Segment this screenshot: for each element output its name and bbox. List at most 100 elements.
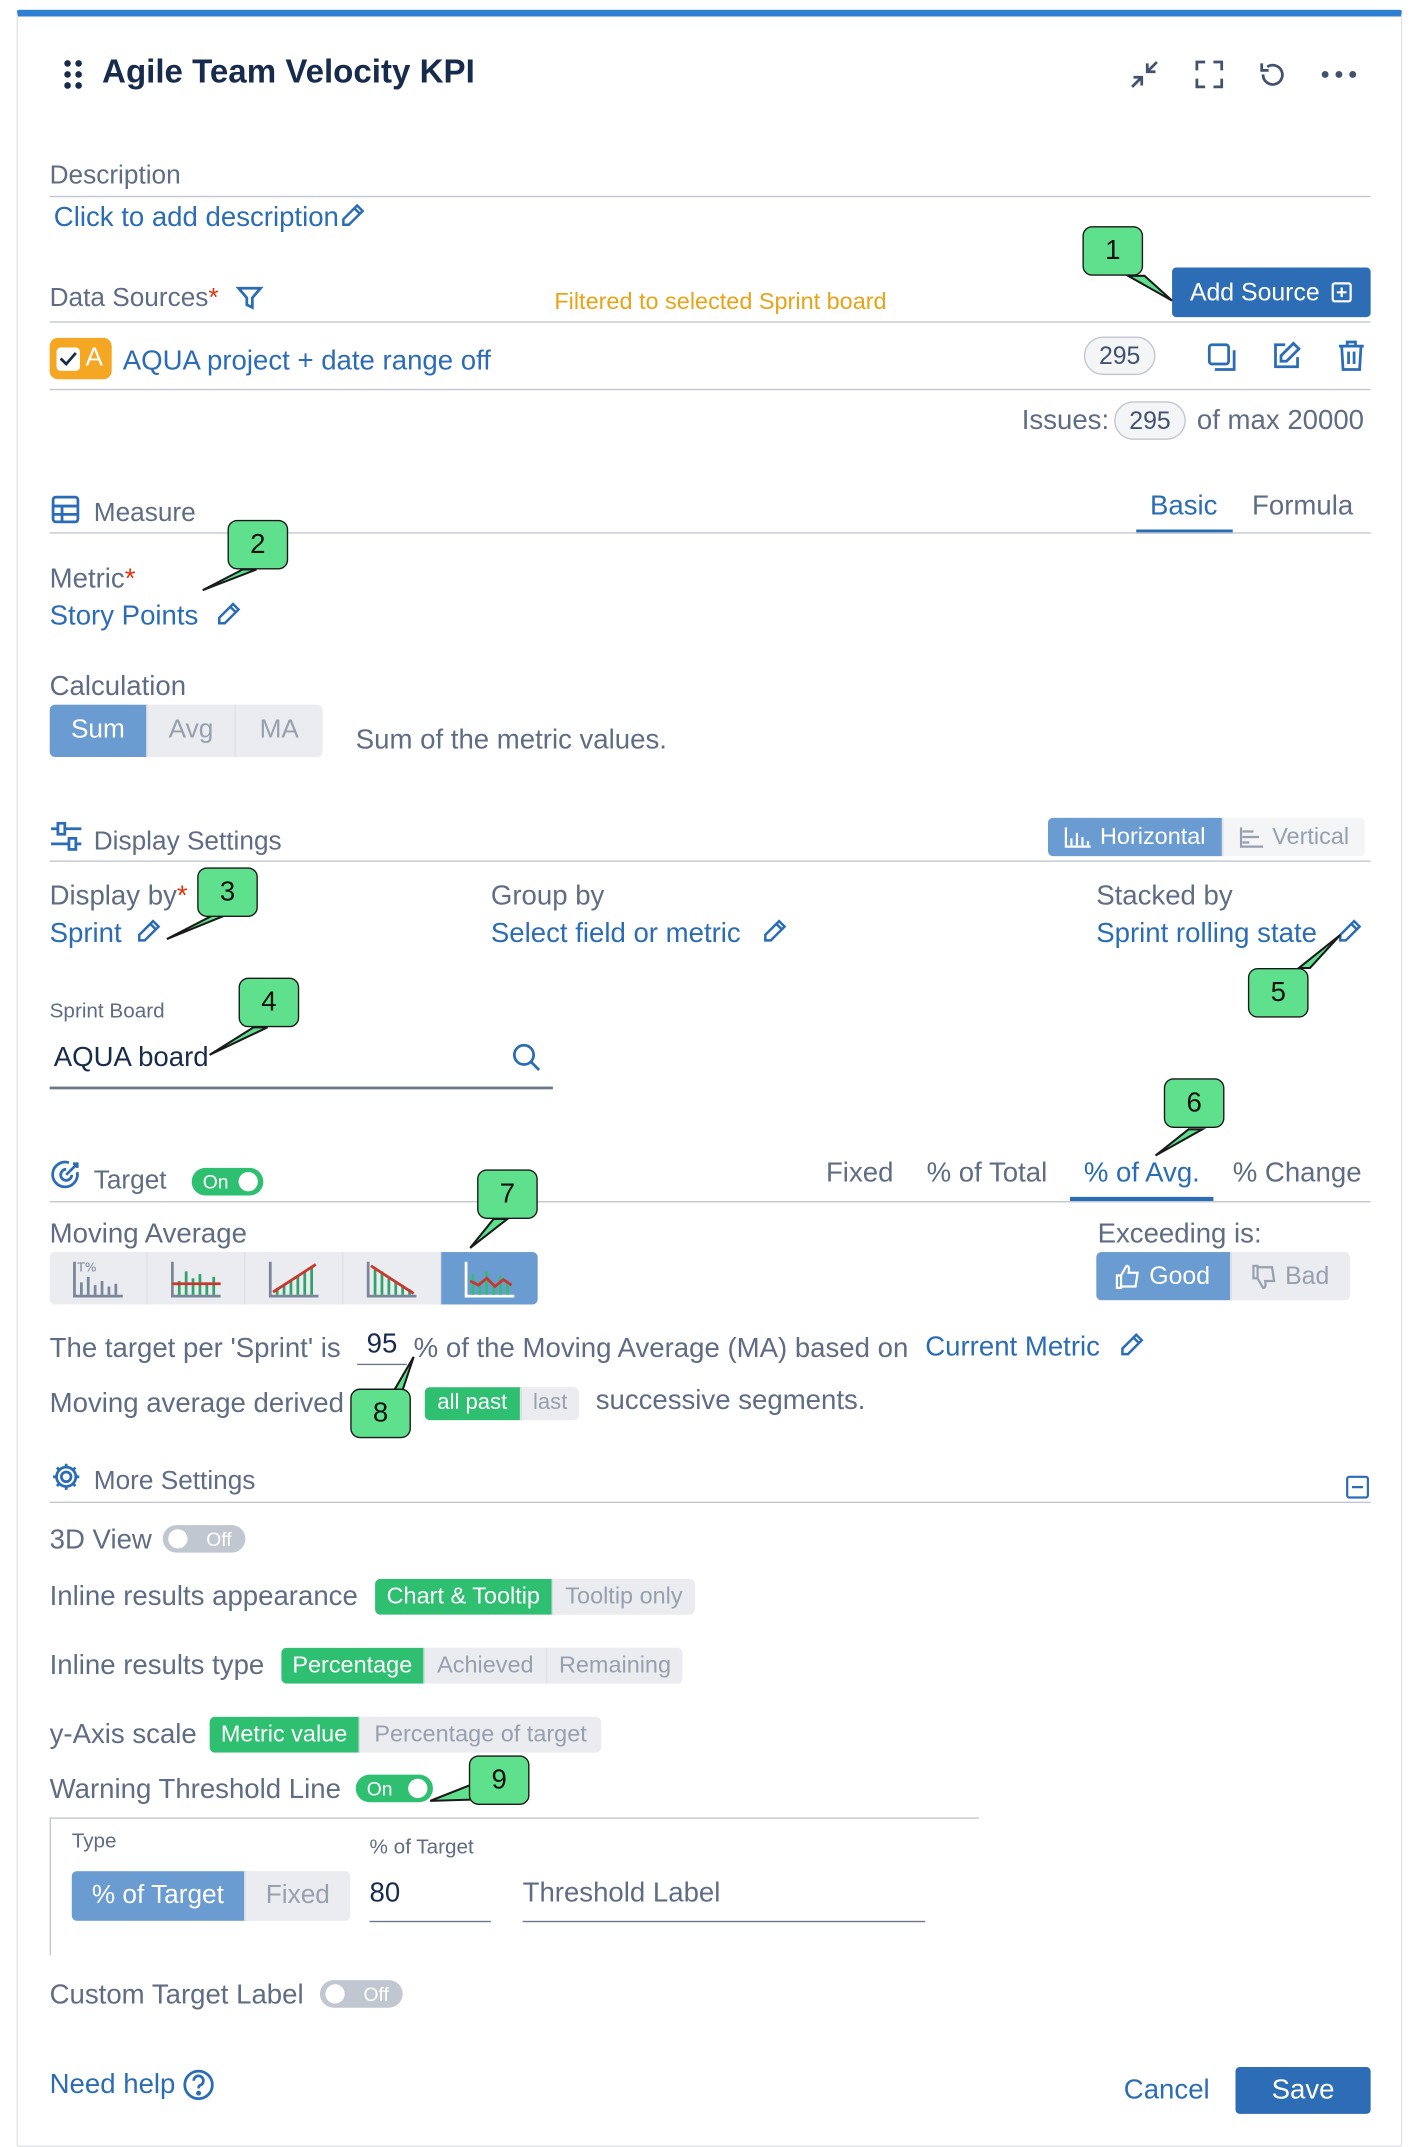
threshold-percent-label: % of Target — [369, 1835, 474, 1859]
metric-value-link[interactable]: Story Points — [50, 601, 199, 633]
derived-suffix: successive segments. — [595, 1385, 866, 1417]
toggle-knob — [408, 1778, 428, 1799]
view-3d-toggle[interactable]: Off — [162, 1525, 246, 1553]
inline-type-remaining[interactable]: Remaining — [547, 1648, 682, 1684]
chart-type-rising-trend-icon[interactable] — [245, 1252, 344, 1305]
threshold-percent-input[interactable]: 80 — [369, 1878, 491, 1923]
orientation-horizontal[interactable]: Horizontal — [1047, 817, 1224, 857]
search-icon[interactable] — [510, 1041, 543, 1074]
exceeding-good[interactable]: Good — [1096, 1252, 1232, 1301]
fullscreen-icon[interactable] — [1193, 58, 1226, 91]
edit-pencil-icon[interactable] — [1336, 917, 1364, 945]
more-options-icon[interactable] — [1318, 58, 1359, 91]
save-button[interactable]: Save — [1235, 2066, 1371, 2114]
custom-target-toggle[interactable]: Off — [319, 1980, 403, 2008]
edit-pencil-icon[interactable] — [215, 600, 243, 628]
minimize-icon[interactable] — [1128, 58, 1161, 91]
inline-appearance-label: Inline results appearance — [49, 1581, 358, 1612]
inline-type-label: Inline results type — [49, 1650, 265, 1681]
chart-type-falling-trend-icon[interactable] — [343, 1252, 442, 1305]
filter-icon[interactable] — [234, 283, 264, 313]
display-by-value-link[interactable]: Sprint — [50, 918, 122, 950]
target-percent-input[interactable]: 95 — [357, 1329, 407, 1366]
delete-icon[interactable] — [1333, 338, 1369, 374]
tab-fixed[interactable]: Fixed — [826, 1158, 893, 1190]
metric-label: Metric* — [49, 563, 136, 595]
need-help-link[interactable]: Need help — [50, 2070, 176, 2102]
inline-type-achieved[interactable]: Achieved — [425, 1647, 548, 1684]
y-axis-metric-value[interactable]: Metric value — [209, 1716, 360, 1753]
exceeding-bad[interactable]: Bad — [1231, 1252, 1350, 1300]
callout-6: 6 — [1163, 1078, 1225, 1128]
warning-threshold-toggle[interactable]: On — [355, 1774, 433, 1803]
callout-7: 7 — [477, 1169, 538, 1219]
drag-handle-icon[interactable] — [61, 58, 86, 91]
exceeding-bad-label: Bad — [1285, 1261, 1330, 1290]
reset-icon[interactable] — [1256, 58, 1289, 91]
y-axis-percentage-of-target[interactable]: Percentage of target — [360, 1717, 601, 1753]
target-toggle-label: On — [202, 1170, 229, 1193]
threshold-label-input[interactable]: Threshold Label — [522, 1878, 926, 1923]
derived-all-past[interactable]: all past — [424, 1387, 522, 1421]
divider — [49, 1501, 1371, 1504]
orientation-vertical-label: Vertical — [1272, 823, 1350, 850]
target-toggle[interactable]: On — [191, 1167, 264, 1196]
threshold-type-percent[interactable]: % of Target — [71, 1871, 246, 1921]
source-badge[interactable]: A — [49, 337, 112, 380]
inline-appearance-tooltip-only[interactable]: Tooltip only — [553, 1579, 695, 1615]
current-metric-link[interactable]: Current Metric — [925, 1332, 1100, 1364]
sprint-board-label: Sprint Board — [49, 999, 165, 1024]
callout-4: 4 — [238, 977, 300, 1028]
target-sentence-prefix: The target per 'Sprint' is — [49, 1333, 341, 1364]
edit-pencil-icon[interactable] — [339, 201, 367, 229]
exceeding-selector: Good Bad — [1096, 1252, 1350, 1301]
moving-average-derived-label: Moving average derived — [49, 1388, 344, 1419]
inline-type-percentage[interactable]: Percentage — [281, 1647, 425, 1684]
tab-percent-change[interactable]: % Change — [1233, 1158, 1362, 1190]
edit-pencil-icon[interactable] — [1118, 1331, 1146, 1359]
derived-last[interactable]: last — [521, 1387, 579, 1420]
chart-type-percent-bars-icon[interactable]: T% — [50, 1252, 148, 1305]
duplicate-icon[interactable] — [1204, 339, 1240, 375]
threshold-type-fixed[interactable]: Fixed — [245, 1871, 350, 1921]
view-3d-label: 3D View — [49, 1525, 152, 1556]
chart-type-target-line-icon[interactable] — [148, 1252, 246, 1305]
cancel-button[interactable]: Cancel — [1124, 2075, 1210, 2107]
add-source-button[interactable]: Add Source — [1172, 267, 1371, 318]
tab-basic[interactable]: Basic — [1150, 491, 1217, 523]
stacked-by-value-link[interactable]: Sprint rolling state — [1096, 918, 1317, 950]
group-by-value-link[interactable]: Select field or metric — [491, 918, 741, 950]
sprint-board-underline — [49, 1086, 553, 1090]
help-icon[interactable] — [182, 2068, 215, 2101]
source-count-badge: 295 — [1083, 336, 1156, 376]
collapse-icon[interactable] — [1344, 1474, 1369, 1499]
custom-target-toggle-label: Off — [363, 1982, 389, 2005]
divider — [49, 860, 1371, 862]
tab-formula[interactable]: Formula — [1252, 491, 1353, 523]
more-settings-title: More Settings — [93, 1467, 256, 1497]
source-name-link[interactable]: AQUA project + date range off — [123, 346, 491, 378]
sprint-board-input[interactable]: AQUA board — [54, 1042, 209, 1074]
calculation-option-ma[interactable]: MA — [236, 705, 323, 757]
tab-percent-of-avg[interactable]: % of Avg. — [1084, 1158, 1200, 1190]
calculation-option-avg[interactable]: Avg — [148, 704, 236, 758]
table-icon — [50, 494, 80, 524]
tab-percent-of-total[interactable]: % of Total — [927, 1158, 1048, 1190]
issues-label: Issues: — [1021, 405, 1110, 436]
orientation-vertical[interactable]: Vertical — [1223, 818, 1365, 857]
edit-pencil-icon[interactable] — [761, 917, 789, 945]
callout-3: 3 — [197, 867, 258, 917]
edit-icon[interactable] — [1269, 338, 1305, 374]
y-axis-selector: Metric value Percentage of target — [209, 1716, 602, 1753]
orientation-selector: Horizontal Vertical — [1047, 817, 1366, 857]
derived-selector: all past last — [424, 1387, 580, 1421]
exceeding-label: Exceeding is: — [1097, 1218, 1262, 1250]
inline-appearance-chart-tooltip[interactable]: Chart & Tooltip — [375, 1578, 553, 1615]
moving-average-chart-selector: T% — [49, 1252, 538, 1305]
calculation-option-sum[interactable]: Sum — [49, 704, 148, 758]
checkbox-checked-icon — [56, 346, 80, 371]
edit-pencil-icon[interactable] — [135, 917, 163, 945]
add-description-link[interactable]: Click to add description — [54, 203, 339, 235]
inline-appearance-selector: Chart & Tooltip Tooltip only — [375, 1578, 695, 1615]
chart-type-moving-average-icon[interactable] — [441, 1252, 538, 1305]
